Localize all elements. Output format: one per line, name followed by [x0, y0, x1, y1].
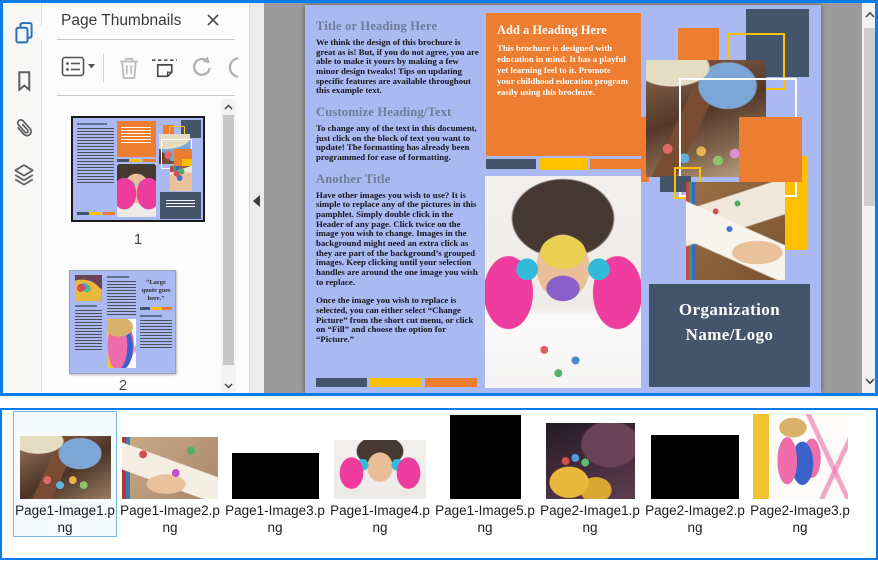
- photo-kid-drawing: [686, 182, 785, 280]
- collage-orange-square-2: [739, 117, 802, 182]
- page-thumbnails-panel: Page Thumbnails 1 “Large quote goes here…: [43, 3, 249, 393]
- scroll-down-icon[interactable]: [221, 378, 236, 393]
- bookmarks-icon[interactable]: [10, 67, 38, 95]
- file-item[interactable]: Page2-Image2.png: [643, 411, 747, 537]
- accent-bar: [590, 159, 641, 169]
- navigation-rail: [3, 3, 42, 393]
- scroll-down-icon[interactable]: [862, 374, 875, 389]
- file-name: Page2-Image3.png: [750, 503, 850, 535]
- collapse-panel-icon[interactable]: [253, 195, 260, 207]
- scroll-up-icon[interactable]: [221, 99, 236, 114]
- photo-child-painted-hands: [485, 176, 641, 388]
- file-item[interactable]: Page1-Image2.png: [118, 411, 222, 537]
- brochure-paragraph: Once the image you wish to replace is se…: [316, 295, 474, 345]
- rotate-left-icon[interactable]: [189, 55, 214, 80]
- layers-icon[interactable]: [10, 161, 38, 189]
- page-number-2: 2: [118, 377, 128, 393]
- accent-bar: [370, 378, 422, 387]
- orange-heading-box: Add a Heading Here This brochure is desi…: [486, 13, 641, 156]
- close-panel-icon[interactable]: [205, 12, 223, 30]
- file-thumbnail: [122, 437, 218, 499]
- file-thumbnail: [19, 436, 111, 499]
- document-scrollbar[interactable]: [862, 3, 875, 393]
- file-item[interactable]: Page2-Image1.png: [538, 411, 642, 537]
- file-item[interactable]: Page1-Image3.png: [223, 411, 327, 537]
- accent-bar: [539, 158, 587, 170]
- file-item[interactable]: Page1-Image4.png: [328, 411, 432, 537]
- file-name: Page1-Image3.png: [225, 503, 325, 535]
- scroll-up-icon[interactable]: [862, 7, 875, 22]
- file-name: Page1-Image5.png: [435, 503, 535, 535]
- page-thumbnail-2[interactable]: “Large quote goes here.”: [69, 270, 176, 374]
- pdf-viewer-window: Page Thumbnails 1 “Large quote goes here…: [0, 0, 878, 396]
- toolbar-separator: [103, 53, 104, 83]
- panel-scrollbar-thumb[interactable]: [223, 115, 234, 365]
- brochure-paragraph: We think the design of this brochure is …: [316, 37, 479, 96]
- file-thumbnail: [334, 440, 426, 499]
- brochure-page-1: Title or Heading Here We think the desig…: [305, 5, 821, 393]
- screen: Page Thumbnails 1 “Large quote goes here…: [0, 0, 878, 563]
- active-panel-notch: [34, 26, 42, 40]
- rotate-right-icon[interactable]: [227, 55, 249, 80]
- organization-name-line2: Name/Logo: [685, 324, 774, 344]
- brochure-heading: Title or Heading Here: [316, 19, 438, 33]
- file-name: Page1-Image2.png: [120, 503, 220, 535]
- accent-bar: [486, 159, 536, 169]
- organization-logo-box: Organization Name/Logo: [649, 284, 810, 387]
- brochure-heading: Another Title: [316, 171, 391, 186]
- file-thumbnail: [651, 435, 739, 499]
- brochure-heading: Customize Heading/Text: [316, 105, 452, 120]
- accent-bar: [425, 378, 477, 387]
- attachments-icon[interactable]: [10, 115, 38, 143]
- brochure-paragraph: Have other images you wish to use? It is…: [316, 189, 478, 287]
- crop-pages-icon[interactable]: [151, 55, 178, 81]
- document-scrollbar-thumb[interactable]: [864, 28, 875, 206]
- file-thumbnail: [545, 423, 635, 499]
- file-item[interactable]: Page1-Image5.png: [433, 411, 537, 537]
- collage-orange-square: [678, 28, 719, 62]
- page-thumbnail-1[interactable]: [71, 116, 205, 222]
- file-thumbnail: [231, 453, 319, 499]
- divider: [57, 95, 235, 96]
- file-thumbnail: [449, 415, 521, 499]
- file-name: Page2-Image1.png: [540, 503, 640, 535]
- file-item[interactable]: Page1-Image1.png: [13, 411, 117, 537]
- organization-name-line1: Organization: [678, 300, 781, 319]
- panel-splitter[interactable]: [249, 3, 264, 393]
- delete-pages-icon[interactable]: [117, 55, 141, 81]
- file-item[interactable]: Page2-Image3.png: [748, 411, 852, 537]
- brochure-paragraph: This brochure is designed with education…: [497, 43, 628, 97]
- document-area: Title or Heading Here We think the desig…: [264, 3, 862, 393]
- file-name: Page1-Image4.png: [330, 503, 430, 535]
- page2-quote: “Large quote goes here.”: [141, 279, 171, 303]
- brochure-heading: Add a Heading Here: [497, 23, 607, 37]
- brochure-paragraph: To change any of the text in this docume…: [316, 123, 477, 163]
- panel-scrollbar[interactable]: [221, 99, 236, 393]
- thumbnail-options-icon[interactable]: [61, 55, 97, 79]
- file-thumbnail: [752, 414, 848, 499]
- page-number-1: 1: [133, 231, 143, 248]
- brochure-column-1: Title or Heading Here We think the desig…: [316, 19, 480, 354]
- file-name: Page1-Image1.png: [15, 503, 115, 535]
- divider: [57, 39, 235, 40]
- extracted-images-panel: Page1-Image1.png Page1-Image2.png Page1-…: [0, 408, 878, 560]
- panel-title: Page Thumbnails: [61, 12, 182, 29]
- accent-bar: [316, 378, 367, 387]
- file-name: Page2-Image2.png: [645, 503, 745, 535]
